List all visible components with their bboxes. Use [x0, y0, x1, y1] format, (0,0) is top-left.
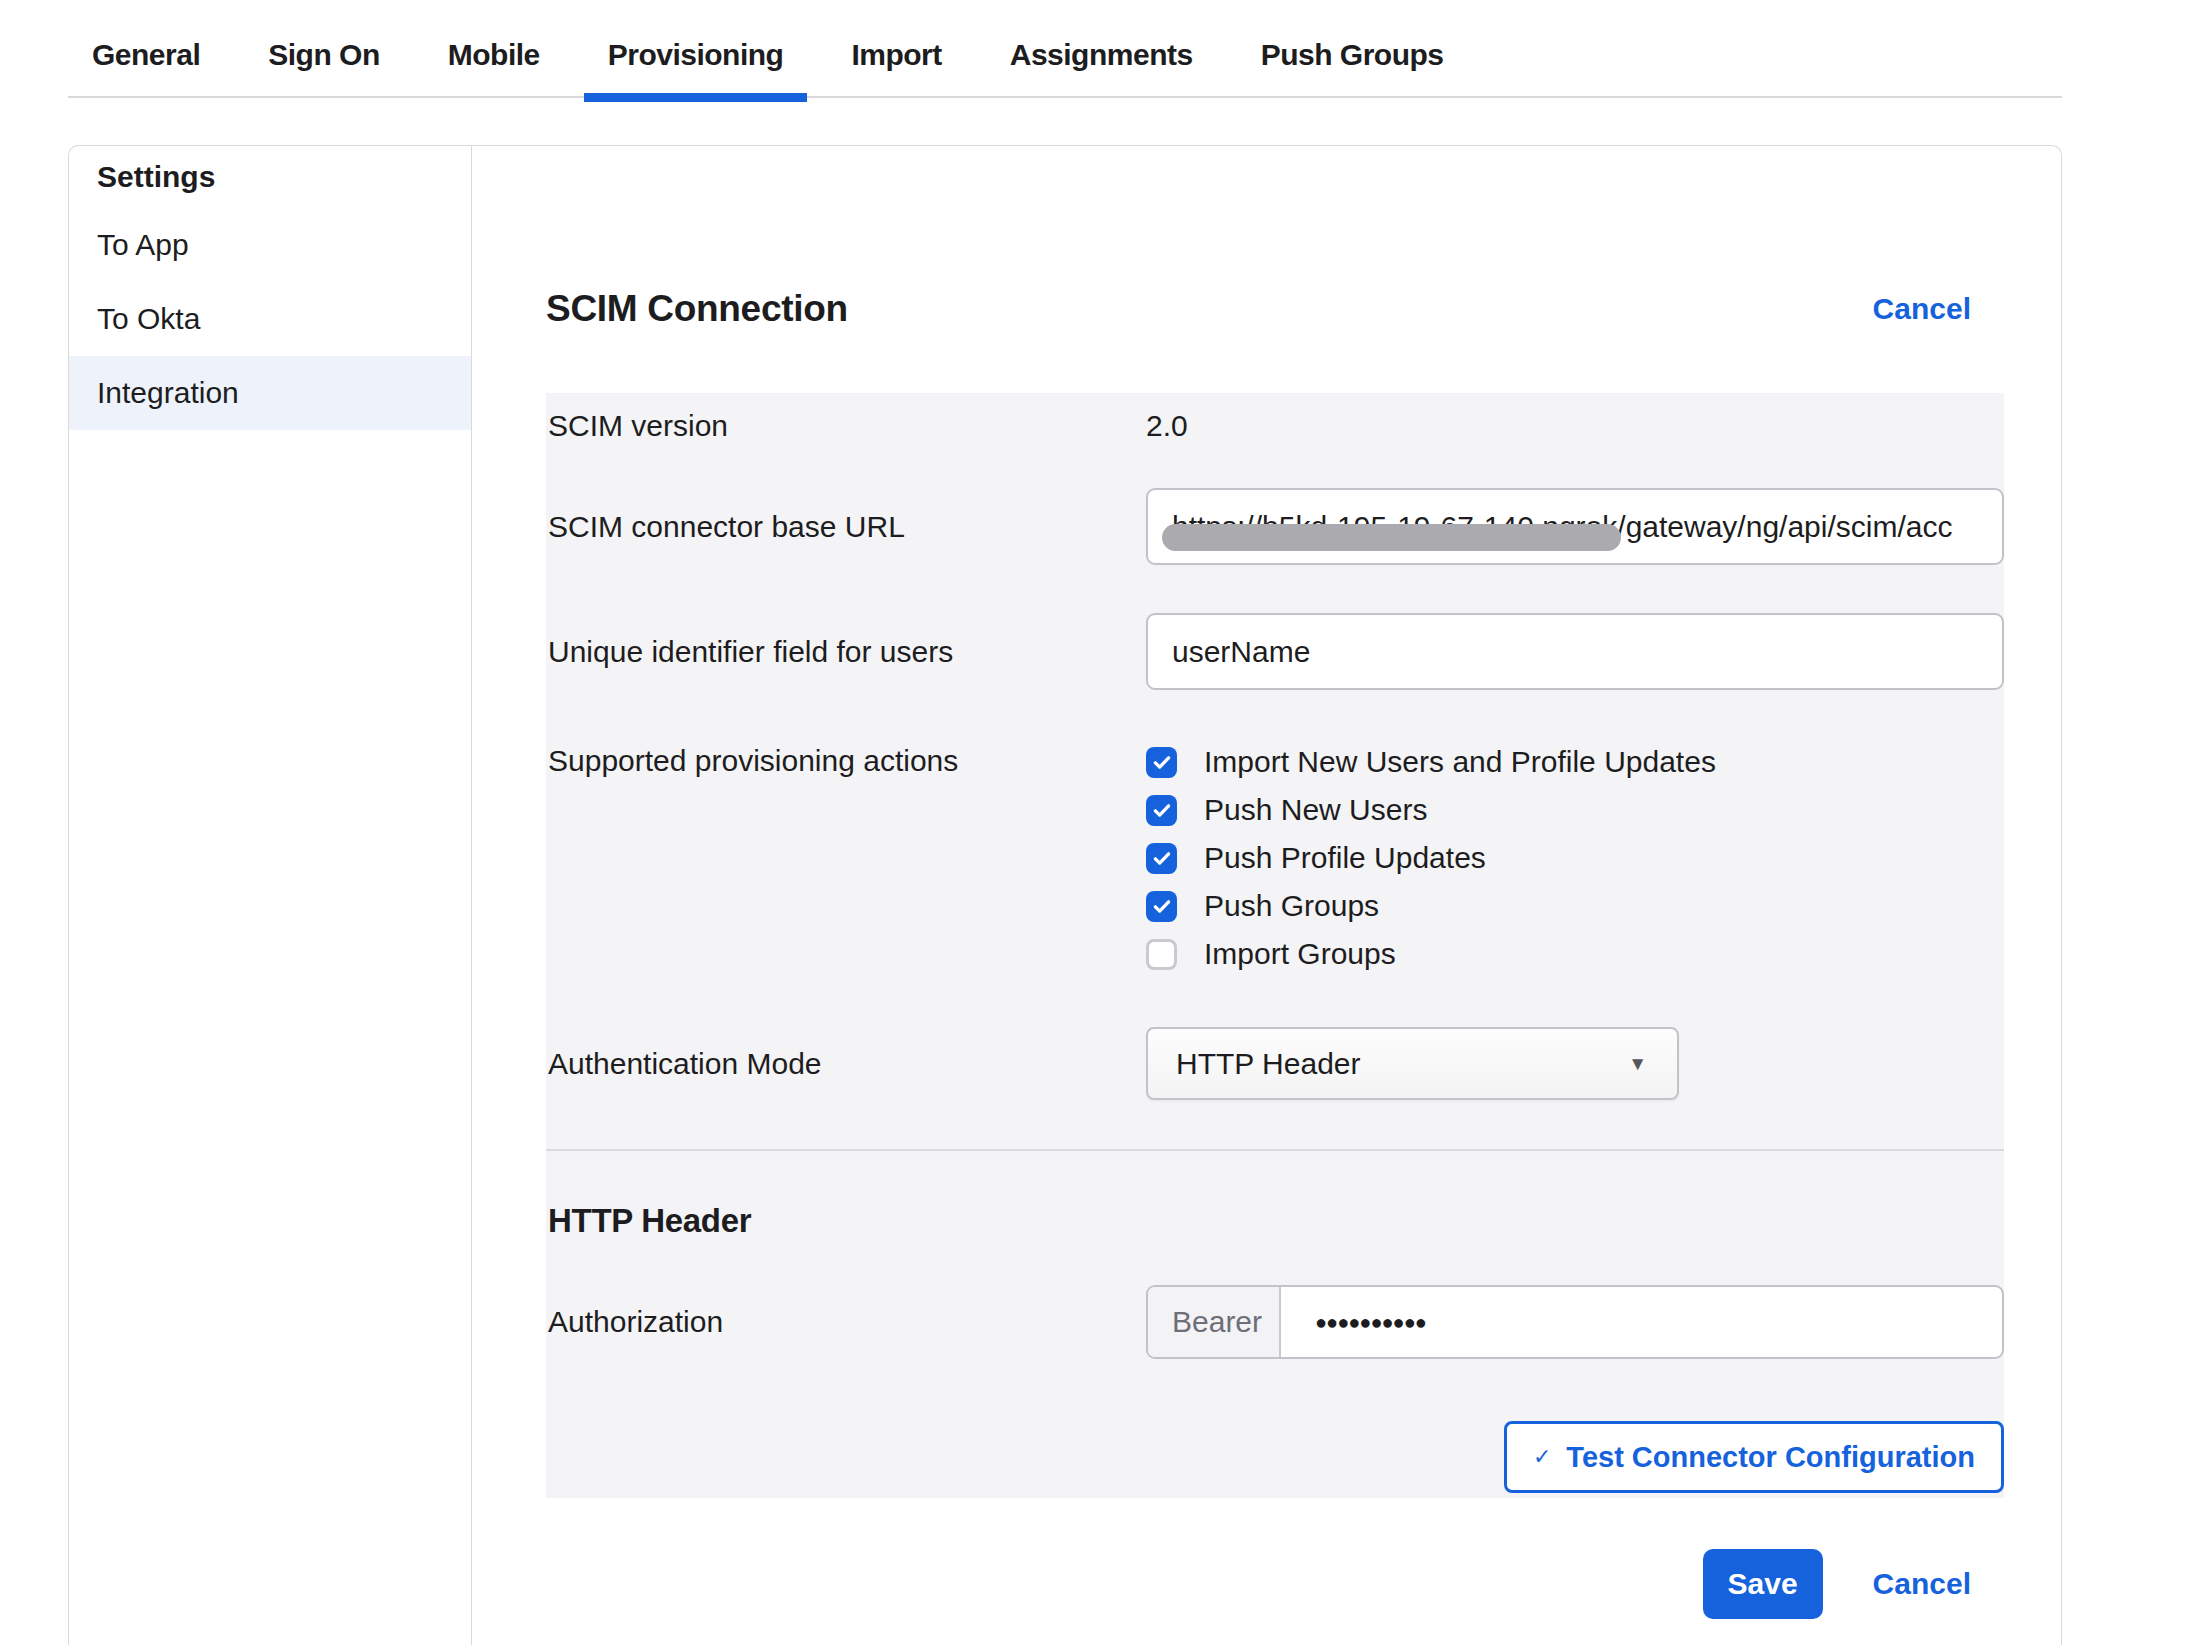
authorization-prefix: Bearer: [1148, 1287, 1281, 1357]
checkbox-label: Push Groups: [1204, 889, 1379, 923]
unique-id-label: Unique identifier field for users: [548, 613, 1146, 690]
scim-version-label: SCIM version: [548, 409, 1146, 443]
sidebar-header: Settings: [69, 146, 471, 208]
sidebar-item-integration[interactable]: Integration: [69, 356, 471, 430]
sidebar-item-to-okta[interactable]: To Okta: [69, 282, 471, 356]
authorization-token-input[interactable]: ●●●●●●●●●●: [1281, 1287, 1426, 1357]
authorization-input-group: Bearer ●●●●●●●●●●: [1146, 1285, 2004, 1359]
auth-mode-select[interactable]: HTTP Header ▼: [1146, 1027, 1679, 1100]
tab-sign-on[interactable]: Sign On: [244, 14, 404, 96]
section-divider: [546, 1149, 2004, 1151]
action-import-new-users: Import New Users and Profile Updates: [1146, 738, 2004, 786]
cancel-link-top[interactable]: Cancel: [1873, 292, 1971, 326]
checkbox-push-profile-updates[interactable]: [1146, 843, 1177, 874]
tab-import[interactable]: Import: [827, 14, 965, 96]
auth-mode-label: Authentication Mode: [548, 1027, 1146, 1100]
checkbox-import-groups[interactable]: [1146, 939, 1177, 970]
checkbox-label: Push Profile Updates: [1204, 841, 1486, 875]
unique-id-input[interactable]: userName: [1146, 613, 2004, 690]
base-url-redacted-text: https://b5kd-195-19-67-140.ngrok: [1172, 510, 1617, 544]
checkbox-label: Push New Users: [1204, 793, 1427, 827]
tab-general[interactable]: General: [68, 14, 224, 96]
main-content: SCIM Connection Cancel SCIM version 2.0 …: [472, 146, 2061, 1645]
scim-connection-form: SCIM version 2.0 SCIM connector base URL…: [546, 393, 2004, 1498]
redaction-bar: [1162, 524, 1621, 551]
authorization-label: Authorization: [548, 1285, 1146, 1359]
tab-push-groups[interactable]: Push Groups: [1237, 14, 1468, 96]
checkbox-push-groups[interactable]: [1146, 891, 1177, 922]
page-title: SCIM Connection: [546, 288, 848, 330]
tab-provisioning[interactable]: Provisioning: [584, 14, 808, 96]
provisioning-actions-label: Supported provisioning actions: [548, 738, 1146, 978]
base-url-visible-tail: /gateway/ng/api/scim/acc: [1617, 510, 1952, 544]
action-push-profile-updates: Push Profile Updates: [1146, 834, 2004, 882]
test-connector-configuration-button[interactable]: ✓ Test Connector Configuration: [1504, 1421, 2004, 1493]
tab-mobile[interactable]: Mobile: [424, 14, 564, 96]
checkbox-label: Import Groups: [1204, 937, 1396, 971]
sidebar-item-to-app[interactable]: To App: [69, 208, 471, 282]
action-push-new-users: Push New Users: [1146, 786, 2004, 834]
save-button[interactable]: Save: [1703, 1549, 1823, 1619]
check-icon: ✓: [1533, 1444, 1551, 1470]
scim-version-value: 2.0: [1146, 409, 2004, 443]
http-header-section-title: HTTP Header: [548, 1201, 2004, 1241]
settings-card: Settings To App To Okta Integration SCIM…: [68, 145, 2062, 1645]
app-tab-bar: General Sign On Mobile Provisioning Impo…: [68, 0, 2062, 98]
checkbox-push-new-users[interactable]: [1146, 795, 1177, 826]
action-push-groups: Push Groups: [1146, 882, 2004, 930]
settings-sidebar: Settings To App To Okta Integration: [69, 146, 472, 1645]
chevron-down-icon: ▼: [1628, 1053, 1647, 1075]
tab-assignments[interactable]: Assignments: [986, 14, 1217, 96]
cancel-link-bottom[interactable]: Cancel: [1873, 1567, 1971, 1601]
action-import-groups: Import Groups: [1146, 930, 2004, 978]
base-url-label: SCIM connector base URL: [548, 488, 1146, 565]
checkbox-import-new-users[interactable]: [1146, 747, 1177, 778]
base-url-input[interactable]: https://b5kd-195-19-67-140.ngrok /gatewa…: [1146, 488, 2004, 565]
checkbox-label: Import New Users and Profile Updates: [1204, 745, 1716, 779]
